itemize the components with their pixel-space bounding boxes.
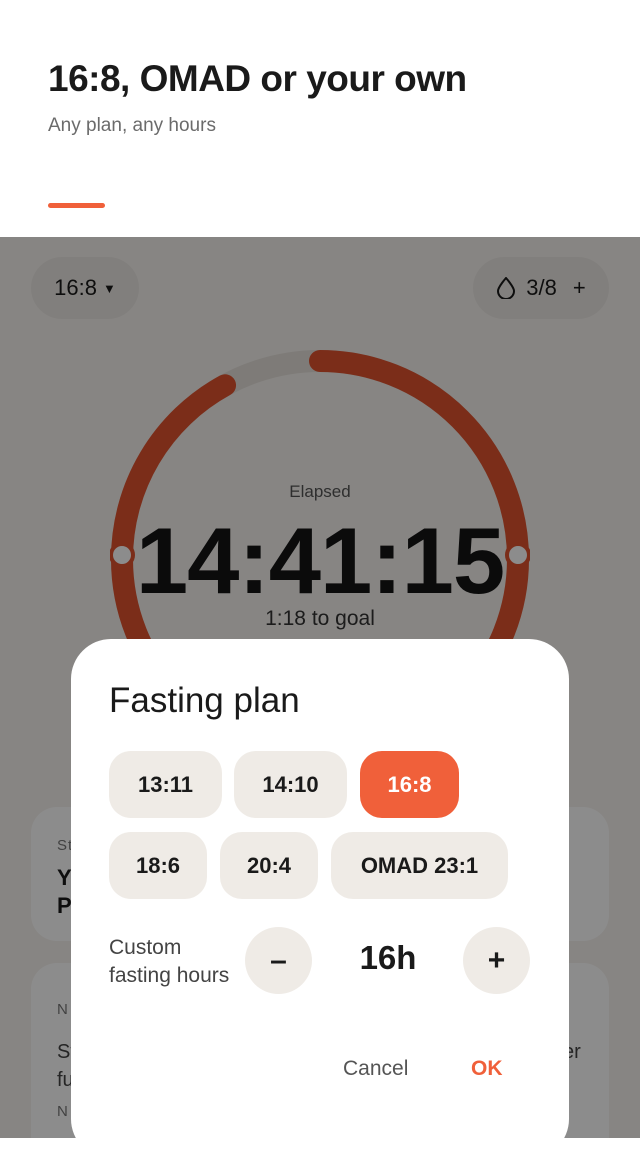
dialog-title: Fasting plan bbox=[109, 681, 300, 720]
ok-button[interactable]: OK bbox=[471, 1057, 503, 1081]
custom-hours-value: 16h bbox=[359, 939, 417, 976]
preset-chip-omad[interactable]: OMAD 23:1 bbox=[331, 832, 508, 899]
preset-chip-14-10[interactable]: 14:10 bbox=[234, 751, 347, 818]
promo-accent-bar bbox=[48, 203, 105, 208]
promo-title: 16:8, OMAD or your own bbox=[48, 58, 467, 99]
preset-chip-16-8[interactable]: 16:8 bbox=[360, 751, 459, 818]
promo-header: 16:8, OMAD or your own Any plan, any hou… bbox=[0, 0, 640, 237]
fasting-plan-dialog: Fasting plan 13:11 14:10 16:8 18:6 20:4 … bbox=[71, 639, 569, 1159]
preset-chip-20-4[interactable]: 20:4 bbox=[220, 832, 318, 899]
preset-chip-18-6[interactable]: 18:6 bbox=[109, 832, 207, 899]
preset-chip-13-11[interactable]: 13:11 bbox=[109, 751, 222, 818]
cancel-button[interactable]: Cancel bbox=[343, 1057, 408, 1081]
custom-hours-label: Custom fasting hours bbox=[109, 936, 230, 987]
promo-subtitle: Any plan, any hours bbox=[48, 115, 216, 136]
minus-icon: – bbox=[270, 943, 287, 977]
decrease-hours-button[interactable]: – bbox=[245, 927, 312, 994]
increase-hours-button[interactable]: + bbox=[463, 927, 530, 994]
plus-icon: + bbox=[487, 943, 506, 977]
